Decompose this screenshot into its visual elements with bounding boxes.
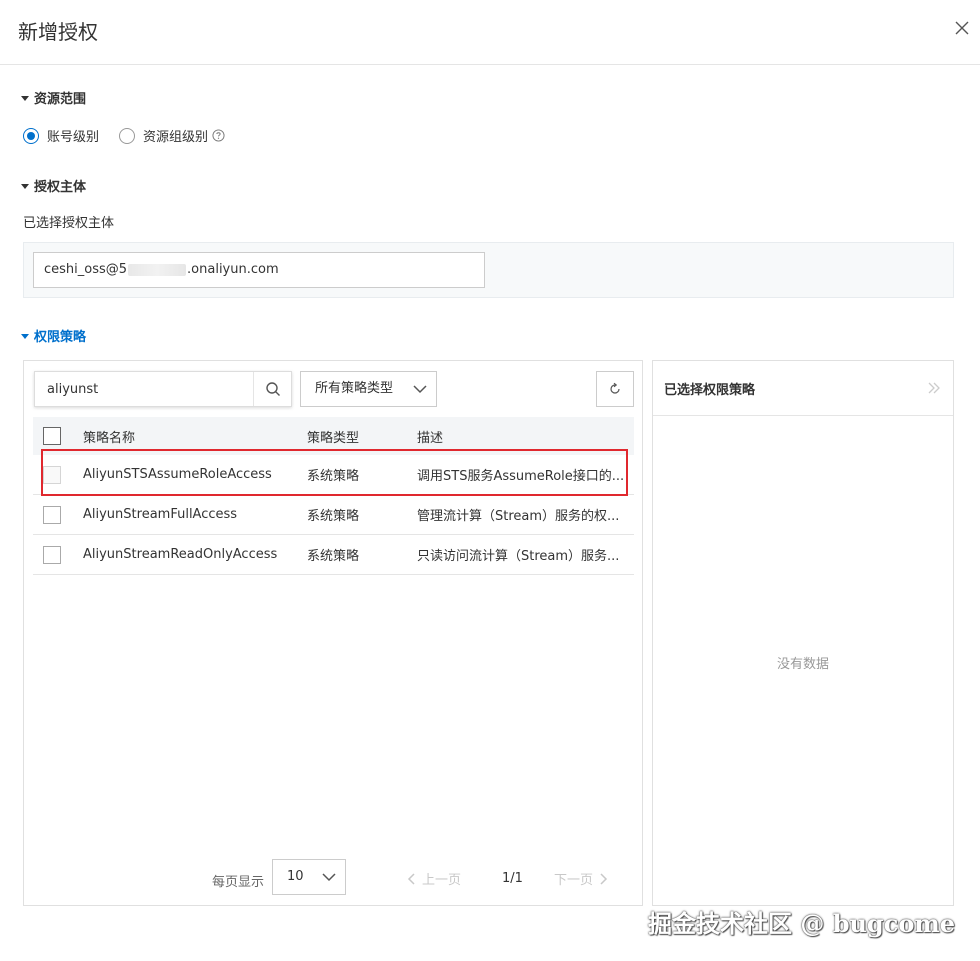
section-principal-label: 授权主体 <box>34 180 87 195</box>
chevron-right-icon <box>600 872 608 885</box>
section-resource-scope[interactable]: 资源范围 <box>20 88 86 107</box>
redacted-blur <box>128 263 187 276</box>
policy-type: 系统策略 <box>307 549 360 564</box>
policy-table: 策略名称 策略类型 描述 AliyunSTSAssumeRoleAccess 系… <box>33 417 634 575</box>
table-row[interactable]: AliyunStreamReadOnlyAccess 系统策略 只读访问流计算（… <box>33 535 634 575</box>
principal-value-prefix: ceshi_oss@5 <box>44 262 128 277</box>
prev-page-button[interactable]: 上一页 <box>406 869 461 888</box>
row-checkbox[interactable] <box>43 545 61 564</box>
radio-account-level[interactable] <box>23 127 39 144</box>
row-checkbox[interactable] <box>43 505 61 524</box>
policy-name: AliyunSTSAssumeRoleAccess <box>83 467 272 482</box>
radio-resource-group-level[interactable] <box>119 127 136 144</box>
chevron-down-icon <box>413 385 427 394</box>
resource-scope-options: 账号级别 资源组级别 <box>23 126 225 145</box>
search-button[interactable] <box>253 372 291 406</box>
row-checkbox[interactable] <box>43 465 61 484</box>
chevron-left-icon <box>407 872 415 885</box>
close-icon[interactable] <box>952 18 972 38</box>
policy-desc: 管理流计算（Stream）服务的权... <box>417 509 620 524</box>
empty-state-text: 没有数据 <box>776 657 829 672</box>
policy-type-select[interactable]: 所有策略类型 <box>300 371 437 407</box>
policy-type-select-value: 所有策略类型 <box>315 381 394 396</box>
next-page-label: 下一页 <box>554 873 594 888</box>
dialog-header: 新增授权 <box>0 0 980 65</box>
policy-name: AliyunStreamFullAccess <box>83 507 238 522</box>
dialog-title: 新增授权 <box>18 20 98 44</box>
policy-search <box>34 371 292 407</box>
caret-down-icon <box>21 183 29 189</box>
column-header-name: 策略名称 <box>83 430 136 446</box>
principal-field[interactable]: ceshi_oss@5 .onaliyun.com <box>33 252 485 288</box>
policy-search-input[interactable] <box>35 372 253 406</box>
refresh-button[interactable] <box>596 371 634 407</box>
policy-desc: 只读访问流计算（Stream）服务... <box>417 549 620 564</box>
select-all-checkbox[interactable] <box>43 427 61 445</box>
double-chevron-right-icon[interactable] <box>927 381 941 395</box>
chevron-down-icon <box>322 873 336 882</box>
search-icon <box>265 382 280 396</box>
table-header: 策略名称 策略类型 描述 <box>33 417 634 455</box>
selected-principal-label: 已选择授权主体 <box>23 216 115 231</box>
policy-type: 系统策略 <box>307 469 360 484</box>
section-policies[interactable]: 权限策略 <box>20 326 86 345</box>
pagination: 每页显示 10 上一页 1/1 下一页 <box>24 859 644 897</box>
selected-policies-panel: 已选择权限策略 没有数据 <box>652 360 954 906</box>
column-header-type: 策略类型 <box>307 430 360 446</box>
page-size-select[interactable]: 10 <box>272 859 346 895</box>
next-page-button[interactable]: 下一页 <box>554 869 609 888</box>
selected-policies-header: 已选择权限策略 <box>653 361 953 416</box>
table-row[interactable]: AliyunSTSAssumeRoleAccess 系统策略 调用STS服务As… <box>33 455 634 495</box>
section-principal[interactable]: 授权主体 <box>20 176 86 195</box>
per-page-label: 每页显示 <box>212 875 265 890</box>
principal-value-suffix: .onaliyun.com <box>187 262 279 277</box>
help-icon[interactable] <box>212 129 225 142</box>
column-header-desc: 描述 <box>417 430 444 446</box>
radio-account-level-label: 账号级别 <box>47 130 100 145</box>
selected-policies-title: 已选择权限策略 <box>664 382 756 398</box>
page-size-value: 10 <box>287 869 304 884</box>
watermark: 掘金技术社区 @ bugcome <box>647 909 955 938</box>
policy-desc: 调用STS服务AssumeRole接口的... <box>417 469 625 484</box>
caret-down-icon <box>21 333 29 339</box>
section-resource-scope-label: 资源范围 <box>34 92 87 107</box>
policy-type: 系统策略 <box>307 509 360 524</box>
prev-page-label: 上一页 <box>422 873 462 888</box>
caret-down-icon <box>21 95 29 101</box>
policy-list-panel: 所有策略类型 策略名称 策略类型 描述 AliyunSTSAssumeRoleA… <box>23 360 643 906</box>
principal-box: ceshi_oss@5 .onaliyun.com <box>23 242 954 298</box>
refresh-icon <box>610 382 620 394</box>
page-indicator: 1/1 <box>502 871 523 886</box>
policy-name: AliyunStreamReadOnlyAccess <box>83 547 278 562</box>
section-policies-label: 权限策略 <box>34 330 87 345</box>
table-row[interactable]: AliyunStreamFullAccess 系统策略 管理流计算（Stream… <box>33 495 634 535</box>
radio-resource-group-level-label: 资源组级别 <box>143 130 209 145</box>
